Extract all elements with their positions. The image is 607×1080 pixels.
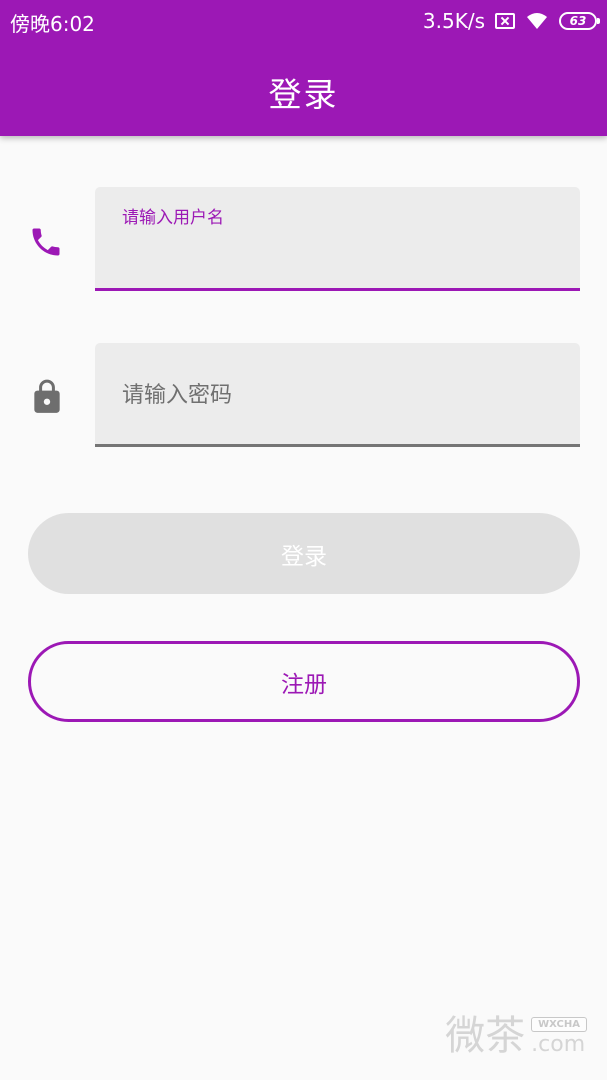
phone-icon bbox=[28, 224, 64, 264]
status-indicators: 3.5K/s 63 bbox=[422, 8, 600, 34]
username-label: 请输入用户名 bbox=[122, 208, 224, 228]
status-time: 傍晚6:02 bbox=[10, 12, 95, 36]
watermark-side: WXCHA .com bbox=[531, 1017, 587, 1058]
status-bar: 傍晚6:02 3.5K/s 63 bbox=[0, 0, 607, 44]
battery-level: 63 bbox=[569, 14, 587, 28]
password-field[interactable]: 请输入密码 bbox=[95, 343, 580, 447]
watermark-domain: .com bbox=[531, 1032, 586, 1057]
password-placeholder: 请输入密码 bbox=[122, 383, 233, 408]
register-button[interactable]: 注册 bbox=[28, 641, 580, 722]
network-speed: 3.5K/s bbox=[422, 9, 485, 33]
page-title: 登录 bbox=[268, 75, 339, 114]
watermark-badge: WXCHA bbox=[531, 1017, 587, 1032]
battery-icon: 63 bbox=[559, 12, 600, 30]
password-row: 请输入密码 bbox=[0, 343, 607, 449]
username-row: 请输入用户名 bbox=[0, 187, 607, 293]
app-bar: 傍晚6:02 3.5K/s 63 登录 bbox=[0, 0, 607, 136]
wifi-icon bbox=[525, 12, 549, 30]
sim-icon bbox=[495, 13, 515, 29]
login-button[interactable]: 登录 bbox=[28, 513, 580, 594]
username-field[interactable]: 请输入用户名 bbox=[95, 187, 580, 291]
login-screen: 傍晚6:02 3.5K/s 63 登录 请输入用户名 请输入密码 登录 注册 微… bbox=[0, 0, 607, 1080]
watermark-text: 微茶 bbox=[445, 1013, 526, 1059]
lock-icon bbox=[28, 377, 66, 421]
watermark-logo: 微茶 WXCHA .com bbox=[445, 1014, 587, 1058]
